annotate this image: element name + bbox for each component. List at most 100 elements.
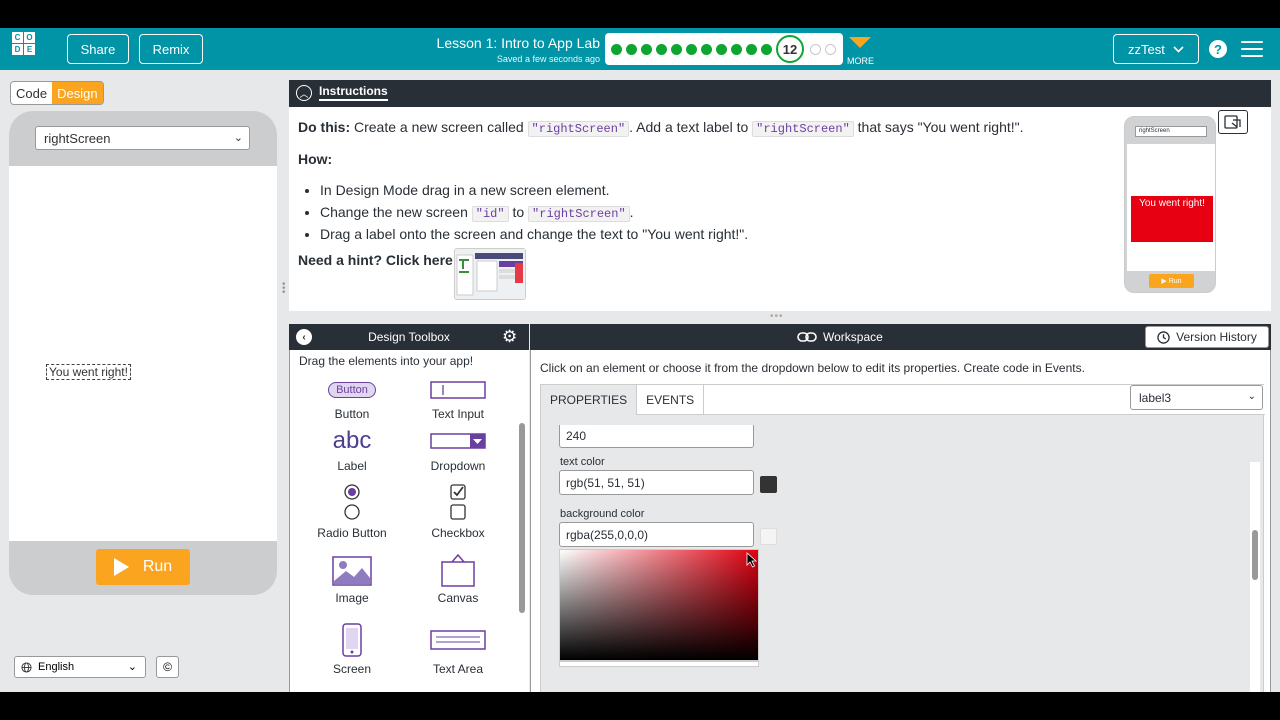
toolbox-item-label: Button bbox=[334, 407, 370, 421]
radio-button-icon bbox=[297, 482, 407, 522]
screen-select-value: rightScreen bbox=[44, 130, 111, 146]
height-input[interactable]: 240 bbox=[559, 425, 754, 448]
toolbox-item-checkbox[interactable]: Checkbox bbox=[403, 482, 513, 540]
user-menu-button[interactable]: zzTest bbox=[1113, 34, 1199, 64]
toolbox-item-label: Radio Button bbox=[317, 526, 387, 540]
tab-events[interactable]: EVENTS bbox=[637, 385, 705, 415]
toolbox-item-label: Label bbox=[337, 459, 367, 473]
color-picker-saturation-area[interactable] bbox=[559, 549, 759, 661]
level-dot[interactable] bbox=[656, 44, 667, 55]
current-level-badge[interactable]: 12 bbox=[776, 35, 804, 63]
design-mode-button[interactable]: Design bbox=[52, 82, 103, 104]
saved-status: Saved a few seconds ago bbox=[496, 54, 600, 64]
screen-select-dropdown[interactable]: rightScreen ⌄ bbox=[35, 126, 250, 150]
toolbox-item-canvas[interactable]: Canvas bbox=[403, 554, 513, 605]
toolbox-item-text-area[interactable]: Text Area bbox=[403, 622, 513, 676]
copyright-icon[interactable]: © bbox=[156, 656, 179, 678]
canvas-icon bbox=[403, 554, 513, 587]
panel-resize-handle[interactable]: • • • bbox=[282, 280, 286, 298]
toolbox-item-label: Image bbox=[335, 591, 369, 605]
screen-icon bbox=[297, 622, 407, 658]
level-dot[interactable] bbox=[626, 44, 637, 55]
mouse-cursor-icon bbox=[746, 552, 758, 568]
step-1: In Design Mode drag in a new screen elem… bbox=[320, 179, 748, 201]
more-label[interactable]: MORE bbox=[847, 56, 874, 66]
element-select-dropdown[interactable]: label3 ⌄ bbox=[1130, 385, 1263, 410]
toolbox-item-label: Text Input bbox=[431, 407, 485, 421]
tab-properties[interactable]: PROPERTIES bbox=[541, 385, 638, 415]
level-dot[interactable] bbox=[671, 44, 682, 55]
share-button[interactable]: Share bbox=[67, 34, 129, 64]
logo-letter-c: C bbox=[12, 32, 23, 43]
level-dot[interactable] bbox=[746, 44, 757, 55]
properties-scroll-thumb[interactable] bbox=[1252, 530, 1258, 580]
hamburger-icon[interactable] bbox=[1241, 41, 1263, 57]
level-dot-empty[interactable] bbox=[810, 44, 821, 55]
element-select-value: label3 bbox=[1139, 390, 1172, 405]
level-dot-empty[interactable] bbox=[825, 44, 836, 55]
example-app-preview: rightScreen You went right! ▶ Run bbox=[1124, 116, 1216, 293]
toolbox-item-dropdown[interactable]: Dropdown bbox=[403, 427, 513, 473]
toolbox-item-image[interactable]: Image bbox=[297, 555, 407, 605]
level-dot[interactable] bbox=[716, 44, 727, 55]
text-color-input[interactable]: rgb(51, 51, 51) bbox=[559, 470, 754, 495]
app-label-element[interactable]: You went right! bbox=[46, 364, 131, 380]
text-area-icon bbox=[403, 622, 513, 658]
logo-blank bbox=[36, 44, 47, 55]
user-name: zzTest bbox=[1128, 41, 1165, 57]
chevron-down-icon: ⌄ bbox=[233, 132, 243, 144]
button-icon-text: Button bbox=[328, 382, 376, 398]
vertical-resize-handle[interactable]: ••• bbox=[770, 311, 784, 322]
version-history-button[interactable]: Version History bbox=[1145, 326, 1269, 348]
code-chip: "rightScreen" bbox=[752, 121, 854, 137]
run-button[interactable]: Run bbox=[96, 549, 190, 585]
how-label: How: bbox=[298, 151, 333, 167]
toolbox-title: Design Toolbox bbox=[368, 330, 450, 344]
text-color-swatch[interactable] bbox=[760, 476, 777, 493]
level-dot[interactable] bbox=[686, 44, 697, 55]
version-history-label: Version History bbox=[1176, 330, 1257, 344]
level-dot[interactable] bbox=[731, 44, 742, 55]
toolbox-item-screen[interactable]: Screen bbox=[297, 622, 407, 676]
level-dot[interactable] bbox=[761, 44, 772, 55]
collapse-up-icon[interactable]: ︿ bbox=[296, 85, 312, 101]
toolbox-item-label[interactable]: abc Label bbox=[297, 427, 407, 473]
language-select[interactable]: English ⌄ bbox=[14, 656, 146, 678]
background-color-swatch[interactable] bbox=[760, 528, 777, 545]
background-color-input[interactable]: rgba(255,0,0,0) bbox=[559, 522, 754, 547]
instructions-tab[interactable]: Instructions bbox=[319, 84, 388, 101]
example-screen-select: rightScreen bbox=[1135, 126, 1207, 137]
toolbox-item-button[interactable]: Button Button bbox=[297, 377, 407, 421]
toolbox-item-label: Checkbox bbox=[431, 526, 485, 540]
gear-icon[interactable]: ⚙ bbox=[502, 327, 517, 347]
image-icon bbox=[297, 555, 407, 587]
chevron-down-icon: ⌄ bbox=[1247, 391, 1256, 402]
code-mode-button[interactable]: Code bbox=[11, 82, 53, 104]
instruction-text: . Add a text label to bbox=[629, 119, 753, 135]
level-dot[interactable] bbox=[611, 44, 622, 55]
toolbox-item-radio-button[interactable]: Radio Button bbox=[297, 482, 407, 540]
hint-video-thumbnail[interactable] bbox=[454, 248, 526, 300]
link-icon bbox=[797, 332, 817, 342]
expand-preview-icon[interactable] bbox=[1218, 110, 1248, 134]
language-value: English bbox=[38, 661, 75, 673]
color-picker-hue-bar[interactable] bbox=[559, 661, 759, 667]
remix-button[interactable]: Remix bbox=[139, 34, 203, 64]
code-chip: "rightScreen" bbox=[528, 206, 630, 222]
level-dot[interactable] bbox=[641, 44, 652, 55]
example-label: You went right! bbox=[1131, 196, 1213, 242]
toolbox-item-label: Canvas bbox=[437, 591, 479, 605]
instructions-body: Do this: Create a new screen called "rig… bbox=[289, 107, 1271, 311]
app-preview-phone: rightScreen ⌄ You went right! Run bbox=[9, 111, 277, 595]
code-org-logo[interactable]: C O D E bbox=[12, 32, 46, 66]
more-arrow-icon[interactable] bbox=[849, 37, 871, 48]
run-label: Run bbox=[142, 558, 173, 575]
step-2: Change the new screen "id" to "rightScre… bbox=[320, 201, 748, 223]
app-screen[interactable]: You went right! bbox=[9, 166, 277, 541]
level-dot[interactable] bbox=[701, 44, 712, 55]
logo-letter-e: E bbox=[24, 44, 35, 55]
help-icon[interactable]: ? bbox=[1209, 40, 1227, 58]
lesson-title[interactable]: Lesson 1: Intro to App Lab bbox=[410, 35, 600, 51]
toolbox-item-text-input[interactable]: Text Input bbox=[403, 377, 513, 421]
toolbox-scrollbar[interactable] bbox=[519, 423, 525, 613]
